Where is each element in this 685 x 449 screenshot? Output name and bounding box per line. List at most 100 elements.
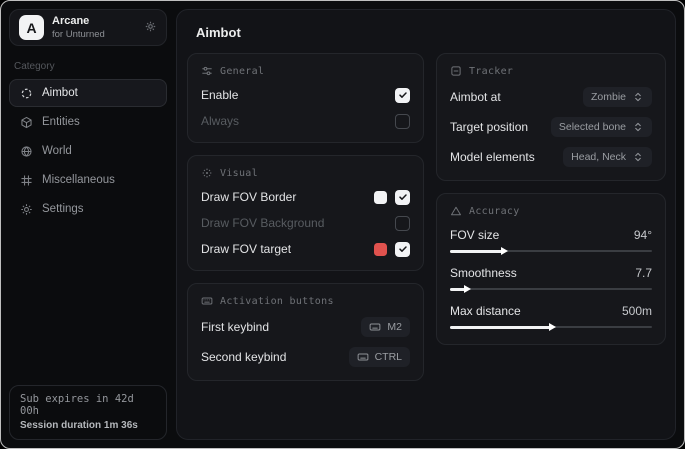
activation-card: Activation buttons First keybind M2 Seco…: [187, 283, 424, 381]
tracker-card: Tracker Aimbot at Zombie Target position: [436, 53, 666, 181]
chevrons-up-down-icon: [632, 121, 644, 133]
sidebar-item-label: Aimbot: [42, 87, 78, 99]
setting-label: Draw FOV Border: [201, 190, 296, 204]
chevrons-up-down-icon: [632, 91, 644, 103]
general-card: General Enable Always: [187, 53, 424, 143]
keyboard-icon: [357, 351, 369, 363]
check-icon: [398, 192, 408, 202]
sidebar-item-entities[interactable]: Entities: [9, 108, 167, 136]
visual-card: Visual Draw FOV Border Draw FOV Backgrou…: [187, 155, 424, 271]
sidebar: A Arcane for Unturned Category A: [1, 1, 175, 448]
section-title: Tracker: [469, 66, 513, 77]
slider-value: 500m: [622, 304, 652, 318]
sidebar-nav: Aimbot Entities World: [9, 79, 167, 223]
slider-value: 94°: [634, 228, 652, 242]
aimbot-at-dropdown[interactable]: Zombie: [583, 87, 652, 107]
slider-thumb[interactable]: [501, 247, 508, 255]
gear-icon: [20, 203, 33, 216]
setting-label: Model elements: [450, 150, 535, 164]
smoothness-slider[interactable]: [450, 285, 652, 293]
keybind-value: CTRL: [375, 351, 402, 363]
setting-row-fov-size: FOV size 94°: [450, 228, 652, 255]
subscription-card: Sub expires in 42d 00h Session duration …: [9, 385, 167, 440]
setting-label: Aimbot at: [450, 90, 501, 104]
setting-label: First keybind: [201, 320, 269, 334]
setting-label: Draw FOV target: [201, 242, 291, 256]
setting-label: FOV size: [450, 228, 499, 242]
max-distance-slider[interactable]: [450, 323, 652, 331]
setting-label: Draw FOV Background: [201, 216, 324, 230]
slider-thumb[interactable]: [549, 323, 556, 331]
check-icon: [398, 244, 408, 254]
dropdown-value: Head, Neck: [571, 151, 626, 163]
color-swatch[interactable]: [374, 191, 387, 204]
session-duration-text: Session duration 1m 36s: [20, 420, 156, 431]
sparkle-icon: [201, 167, 213, 179]
fov-border-checkbox[interactable]: [395, 190, 410, 205]
sidebar-item-miscellaneous[interactable]: Miscellaneous: [9, 166, 167, 194]
section-title: Accuracy: [469, 206, 520, 217]
setting-row-model-elements: Model elements Head, Neck: [450, 147, 652, 167]
brand-text: Arcane for Unturned: [52, 15, 105, 40]
app-window: A Arcane for Unturned Category A: [0, 0, 685, 449]
setting-row-fov-target: Draw FOV target: [201, 241, 410, 257]
app-logo: A: [19, 15, 44, 40]
sidebar-item-label: Settings: [42, 203, 84, 215]
triangle-icon: [450, 205, 462, 217]
gear-icon[interactable]: [144, 20, 157, 35]
setting-row-target-position: Target position Selected bone: [450, 117, 652, 137]
setting-row-fov-border: Draw FOV Border: [201, 189, 410, 205]
globe-icon: [20, 145, 33, 158]
cube-icon: [20, 116, 33, 129]
keyboard-icon: [369, 321, 381, 333]
app-name: Arcane: [52, 15, 105, 29]
accuracy-card: Accuracy FOV size 94°: [436, 193, 666, 345]
always-checkbox[interactable]: [395, 114, 410, 129]
setting-row-max-distance: Max distance 500m: [450, 304, 652, 331]
sidebar-item-label: Miscellaneous: [42, 174, 115, 186]
setting-label: Target position: [450, 120, 528, 134]
setting-row-first-keybind: First keybind M2: [201, 317, 410, 337]
setting-row-second-keybind: Second keybind CTRL: [201, 347, 410, 367]
color-swatch[interactable]: [374, 243, 387, 256]
scan-icon: [450, 65, 462, 77]
setting-label: Always: [201, 114, 239, 128]
first-keybind-button[interactable]: M2: [361, 317, 410, 337]
grid-icon: [20, 174, 33, 187]
sidebar-item-label: World: [42, 145, 72, 157]
chevrons-up-down-icon: [632, 151, 644, 163]
brand-card: A Arcane for Unturned: [9, 9, 167, 46]
category-label: Category: [14, 61, 162, 72]
keyboard-icon: [201, 295, 213, 307]
sidebar-item-aimbot[interactable]: Aimbot: [9, 79, 167, 107]
slider-thumb[interactable]: [464, 285, 471, 293]
setting-label: Enable: [201, 88, 238, 102]
setting-label: Smoothness: [450, 266, 517, 280]
setting-label: Second keybind: [201, 350, 286, 364]
sub-expiry-text: Sub expires in 42d 00h: [20, 393, 156, 417]
setting-row-fov-background: Draw FOV Background: [201, 215, 410, 231]
enable-checkbox[interactable]: [395, 88, 410, 103]
slider-value: 7.7: [635, 266, 652, 280]
fov-size-slider[interactable]: [450, 247, 652, 255]
dropdown-value: Selected bone: [559, 121, 626, 133]
fov-background-checkbox[interactable]: [395, 216, 410, 231]
sidebar-item-settings[interactable]: Settings: [9, 195, 167, 223]
crosshair-icon: [20, 87, 33, 100]
sidebar-item-world[interactable]: World: [9, 137, 167, 165]
section-title: General: [220, 66, 264, 77]
fov-target-checkbox[interactable]: [395, 242, 410, 257]
target-position-dropdown[interactable]: Selected bone: [551, 117, 652, 137]
section-title: Visual: [220, 168, 258, 179]
section-title: Activation buttons: [220, 296, 334, 307]
setting-row-smoothness: Smoothness 7.7: [450, 266, 652, 293]
setting-label: Max distance: [450, 304, 521, 318]
check-icon: [398, 90, 408, 100]
model-elements-dropdown[interactable]: Head, Neck: [563, 147, 652, 167]
setting-row-always: Always: [201, 113, 410, 129]
setting-row-aimbot-at: Aimbot at Zombie: [450, 87, 652, 107]
main-panel: Aimbot General: [176, 9, 676, 440]
second-keybind-button[interactable]: CTRL: [349, 347, 410, 367]
setting-row-enable: Enable: [201, 87, 410, 103]
app-subtitle: for Unturned: [52, 29, 105, 40]
